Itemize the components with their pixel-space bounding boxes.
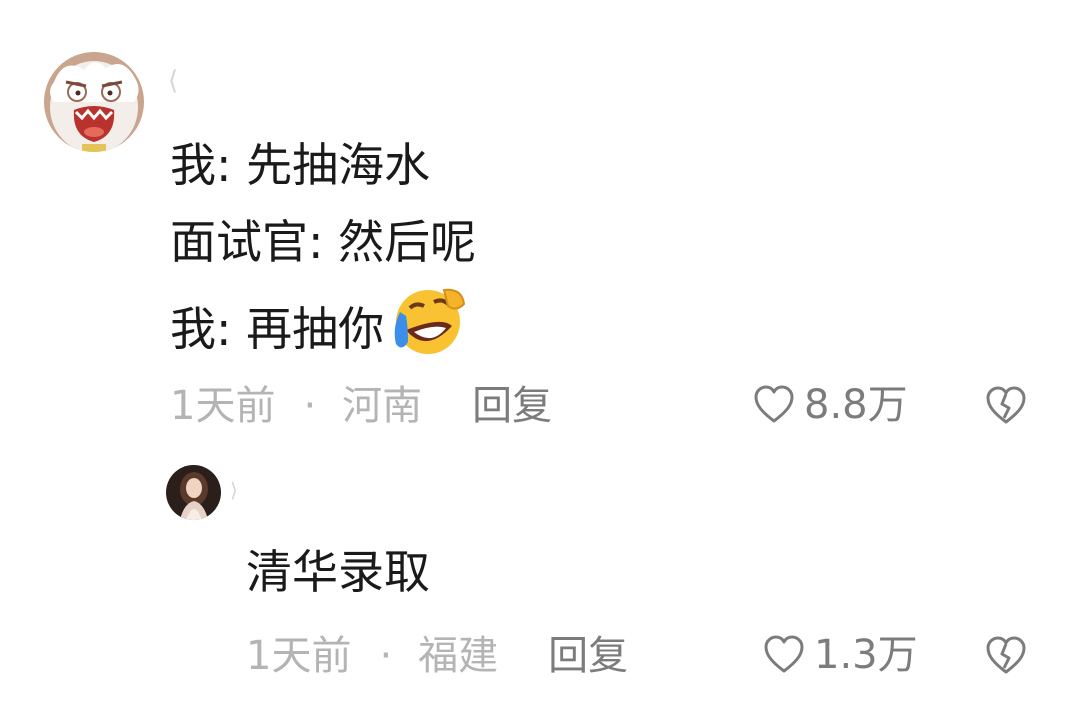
- dislike-button[interactable]: [984, 634, 1028, 682]
- comment-text-line: 我: 先抽海水: [170, 138, 431, 192]
- woman-portrait-avatar-icon: [166, 465, 221, 520]
- comment-text-line: 清华录取: [246, 545, 430, 599]
- broken-heart-icon: [986, 386, 1026, 424]
- reply-button[interactable]: 回复: [548, 636, 628, 676]
- like-count: 8.8万: [804, 382, 908, 428]
- cartoon-screaming-face-avatar-icon: [44, 52, 144, 152]
- heart-outline-icon: [764, 635, 804, 673]
- comment-thread: ⟨ 我: 先抽海水 面试官: 然后呢 我: 再抽你 1天前 · 河南 回复 8.…: [0, 0, 1080, 710]
- dislike-button[interactable]: [984, 384, 1028, 432]
- reply-button[interactable]: 回复: [472, 386, 552, 426]
- username-placeholder[interactable]: ⟨: [168, 68, 178, 94]
- avatar[interactable]: [166, 465, 221, 520]
- separator-dot: ·: [379, 633, 393, 679]
- comment-text-line: 面试官: 然后呢: [170, 215, 477, 269]
- location-label: 河南: [342, 383, 423, 429]
- comment-meta: 1天前 · 河南 回复: [170, 386, 552, 426]
- location-label: 福建: [418, 633, 499, 679]
- timestamp: 1天前: [246, 633, 352, 679]
- avatar[interactable]: [44, 52, 144, 152]
- comment-text: 我: 再抽你: [170, 302, 385, 356]
- username-placeholder[interactable]: ⟩: [230, 480, 238, 500]
- comment-meta: 1天前 · 福建 回复: [246, 636, 628, 676]
- broken-heart-icon: [986, 636, 1026, 674]
- separator-dot: ·: [303, 383, 317, 429]
- comment-text-line: 我: 再抽你: [170, 288, 466, 362]
- like-count: 1.3万: [814, 632, 918, 678]
- like-button[interactable]: 8.8万: [752, 383, 908, 427]
- like-button[interactable]: 1.3万: [762, 633, 918, 677]
- heart-outline-icon: [754, 385, 794, 423]
- rolling-on-floor-laughing-emoji-icon: [394, 288, 466, 354]
- timestamp: 1天前: [170, 383, 276, 429]
